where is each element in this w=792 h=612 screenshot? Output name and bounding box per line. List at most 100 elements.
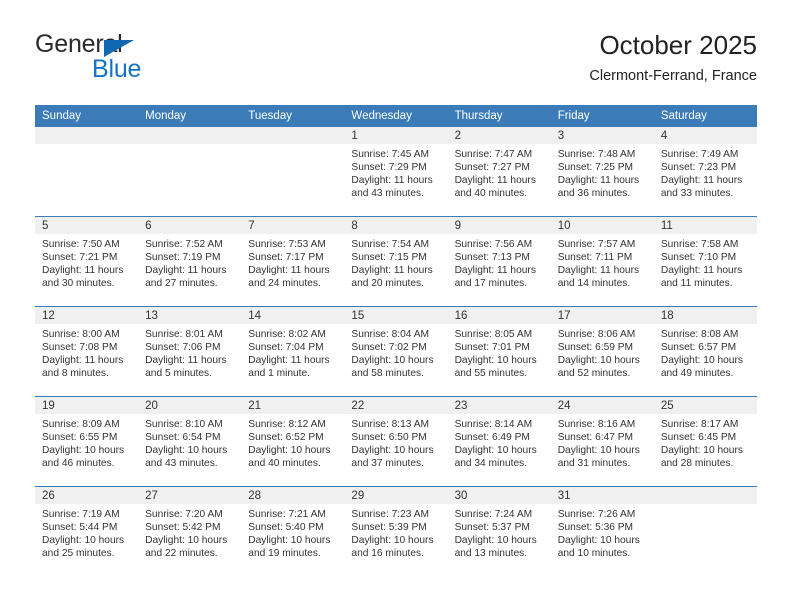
day-number: 22 [344, 397, 448, 414]
calendar-day-cell[interactable]: 31 Sunrise: 7:26 AM Sunset: 5:36 PM Dayligh… [550, 486, 654, 576]
day-number: 12 [35, 307, 139, 324]
day-info: Sunrise: 7:49 AM Sunset: 7:23 PM Daylight:… [654, 144, 757, 200]
weekday-header-sunday: Sunday [35, 105, 139, 127]
calendar-day-cell[interactable]: 20 Sunrise: 8:10 AM Sunset: 6:54 PM Dayligh… [138, 396, 242, 487]
calendar-day-cell[interactable]: 9 Sunrise: 7:56 AM Sunset: 7:13 PM Daylight… [447, 216, 551, 307]
sunrise-text: Sunrise: 8:08 AM [660, 329, 739, 340]
daylight-text: Daylight: 11 hours and 24 minutes. [248, 265, 330, 290]
day-number: 25 [653, 397, 757, 414]
sunrise-text: Sunrise: 7:47 AM [454, 149, 533, 160]
day-number: 27 [138, 487, 242, 504]
general-blue-logo[interactable]: General Blue [35, 28, 255, 90]
day-info: Sunrise: 7:52 AM Sunset: 7:19 PM Daylight:… [138, 234, 241, 290]
calendar-day-cell[interactable]: 7 Sunrise: 7:53 AM Sunset: 7:17 PM Daylight… [241, 216, 345, 307]
calendar-day-cell[interactable]: 12 Sunrise: 8:00 AM Sunset: 7:08 PM Dayligh… [35, 306, 139, 397]
sunset-text: Sunset: 7:11 PM [557, 252, 633, 264]
sunset-text: Sunset: 6:50 PM [351, 432, 427, 444]
sunrise-text: Sunrise: 8:12 AM [248, 419, 326, 430]
sunset-text: Sunset: 6:52 PM [248, 432, 324, 444]
calendar-day-cell[interactable]: 11 Sunrise: 7:58 AM Sunset: 7:10 PM Dayligh… [653, 216, 757, 307]
sunrise-text: Sunrise: 7:20 AM [145, 509, 223, 520]
day-info: Sunrise: 8:16 AM Sunset: 6:47 PM Daylight:… [551, 414, 654, 470]
day-number: 31 [550, 487, 654, 504]
calendar-day-cell[interactable]: 29 Sunrise: 7:23 AM Sunset: 5:39 PM Dayligh… [344, 486, 448, 576]
sunrise-text: Sunrise: 7:23 AM [351, 509, 430, 520]
calendar-day-cell[interactable]: 22 Sunrise: 8:13 AM Sunset: 6:50 PM Dayligh… [344, 396, 448, 487]
daylight-text: Daylight: 11 hours and 43 minutes. [351, 175, 433, 200]
daylight-text: Daylight: 11 hours and 27 minutes. [145, 265, 227, 290]
sunrise-text: Sunrise: 7:50 AM [42, 239, 120, 250]
day-info: Sunrise: 7:50 AM Sunset: 7:21 PM Daylight:… [35, 234, 138, 290]
daylight-text: Daylight: 11 hours and 8 minutes. [42, 355, 124, 380]
page-subtitle: Clermont-Ferrand, France [589, 68, 757, 84]
calendar-day-cell-empty [241, 127, 345, 217]
day-info: Sunrise: 7:45 AM Sunset: 7:29 PM Daylight:… [344, 144, 447, 200]
sunset-text: Sunset: 5:44 PM [42, 522, 118, 534]
sunset-text: Sunset: 7:27 PM [454, 162, 530, 174]
sunrise-text: Sunrise: 7:48 AM [557, 149, 636, 160]
day-info: Sunrise: 7:47 AM Sunset: 7:27 PM Daylight:… [448, 144, 551, 200]
calendar-day-cell[interactable]: 6 Sunrise: 7:52 AM Sunset: 7:19 PM Daylight… [138, 216, 242, 307]
day-number: 9 [447, 217, 551, 234]
calendar-day-cell[interactable]: 14 Sunrise: 8:02 AM Sunset: 7:04 PM Dayligh… [241, 306, 345, 397]
sunset-text: Sunset: 5:39 PM [351, 522, 427, 534]
calendar-day-cell-empty [653, 486, 757, 576]
sunrise-text: Sunrise: 7:58 AM [660, 239, 739, 250]
calendar-header-row: Sunday Monday Tuesday Wednesday Thursday Frid… [35, 105, 757, 127]
sunrise-text: Sunrise: 7:45 AM [351, 149, 430, 160]
daylight-text: Daylight: 11 hours and 36 minutes. [557, 175, 640, 200]
sunset-text: Sunset: 5:37 PM [454, 522, 530, 534]
daylight-text: Daylight: 10 hours and 40 minutes. [248, 445, 331, 470]
calendar-week-row: 5 Sunrise: 7:50 AM Sunset: 7:21 PM Daylight… [35, 216, 757, 307]
calendar-day-cell[interactable]: 21 Sunrise: 8:12 AM Sunset: 6:52 PM Dayligh… [241, 396, 345, 487]
calendar-day-cell[interactable]: 3 Sunrise: 7:48 AM Sunset: 7:25 PM Daylight… [550, 127, 654, 217]
weekday-header-wednesday: Wednesday [344, 105, 448, 127]
calendar-day-cell[interactable]: 27 Sunrise: 7:20 AM Sunset: 5:42 PM Dayligh… [138, 486, 242, 576]
day-info: Sunrise: 8:14 AM Sunset: 6:49 PM Daylight:… [448, 414, 551, 470]
weekday-header-friday: Friday [550, 105, 654, 127]
sunrise-text: Sunrise: 7:52 AM [145, 239, 223, 250]
calendar-day-cell[interactable]: 24 Sunrise: 8:16 AM Sunset: 6:47 PM Dayligh… [550, 396, 654, 487]
calendar-day-cell[interactable]: 2 Sunrise: 7:47 AM Sunset: 7:27 PM Daylight… [447, 127, 551, 217]
sunset-text: Sunset: 6:49 PM [454, 432, 530, 444]
calendar-day-cell[interactable]: 26 Sunrise: 7:19 AM Sunset: 5:44 PM Dayligh… [35, 486, 139, 576]
calendar-day-cell[interactable]: 4 Sunrise: 7:49 AM Sunset: 7:23 PM Daylight… [653, 127, 757, 217]
day-info: Sunrise: 7:21 AM Sunset: 5:40 PM Daylight:… [241, 504, 344, 560]
calendar-day-cell[interactable]: 28 Sunrise: 7:21 AM Sunset: 5:40 PM Dayligh… [241, 486, 345, 576]
sunset-text: Sunset: 6:47 PM [557, 432, 634, 444]
day-number: 13 [138, 307, 242, 324]
sunset-text: Sunset: 6:57 PM [660, 342, 737, 354]
daylight-text: Daylight: 11 hours and 40 minutes. [454, 175, 536, 200]
calendar-day-cell[interactable]: 25 Sunrise: 8:17 AM Sunset: 6:45 PM Dayligh… [653, 396, 757, 487]
sunrise-text: Sunrise: 8:04 AM [351, 329, 430, 340]
calendar-day-cell[interactable]: 19 Sunrise: 8:09 AM Sunset: 6:55 PM Dayligh… [35, 396, 139, 487]
day-info: Sunrise: 7:20 AM Sunset: 5:42 PM Daylight:… [138, 504, 241, 560]
calendar-day-cell[interactable]: 18 Sunrise: 8:08 AM Sunset: 6:57 PM Dayligh… [653, 306, 757, 397]
calendar-day-cell[interactable]: 15 Sunrise: 8:04 AM Sunset: 7:02 PM Dayligh… [344, 306, 448, 397]
calendar-day-cell[interactable]: 16 Sunrise: 8:05 AM Sunset: 7:01 PM Dayligh… [447, 306, 551, 397]
calendar-day-cell[interactable]: 1 Sunrise: 7:45 AM Sunset: 7:29 PM Daylight… [344, 127, 448, 217]
calendar-day-cell[interactable]: 5 Sunrise: 7:50 AM Sunset: 7:21 PM Daylight… [35, 216, 139, 307]
day-number: 1 [344, 127, 448, 144]
daylight-text: Daylight: 10 hours and 19 minutes. [248, 535, 331, 560]
sunrise-text: Sunrise: 8:09 AM [42, 419, 120, 430]
day-info: Sunrise: 7:54 AM Sunset: 7:15 PM Daylight:… [344, 234, 447, 290]
day-info: Sunrise: 8:12 AM Sunset: 6:52 PM Daylight:… [241, 414, 344, 470]
calendar-day-cell[interactable]: 23 Sunrise: 8:14 AM Sunset: 6:49 PM Dayligh… [447, 396, 551, 487]
day-number: 11 [653, 217, 757, 234]
weekday-header-saturday: Saturday [653, 105, 757, 127]
day-number [241, 127, 345, 144]
daylight-text: Daylight: 10 hours and 58 minutes. [351, 355, 434, 380]
daylight-text: Daylight: 10 hours and 46 minutes. [42, 445, 125, 470]
calendar-day-cell[interactable]: 30 Sunrise: 7:24 AM Sunset: 5:37 PM Dayligh… [447, 486, 551, 576]
day-info: Sunrise: 7:48 AM Sunset: 7:25 PM Daylight:… [551, 144, 654, 200]
calendar-day-cell-empty [138, 127, 242, 217]
calendar-day-cell[interactable]: 13 Sunrise: 8:01 AM Sunset: 7:06 PM Dayligh… [138, 306, 242, 397]
calendar-day-cell[interactable]: 17 Sunrise: 8:06 AM Sunset: 6:59 PM Dayligh… [550, 306, 654, 397]
sunset-text: Sunset: 7:29 PM [351, 162, 427, 174]
calendar-day-cell[interactable]: 10 Sunrise: 7:57 AM Sunset: 7:11 PM Dayligh… [550, 216, 654, 307]
calendar-day-cell[interactable]: 8 Sunrise: 7:54 AM Sunset: 7:15 PM Daylight… [344, 216, 448, 307]
daylight-text: Daylight: 11 hours and 14 minutes. [557, 265, 640, 290]
weekday-header-tuesday: Tuesday [241, 105, 345, 127]
day-number: 5 [35, 217, 139, 234]
